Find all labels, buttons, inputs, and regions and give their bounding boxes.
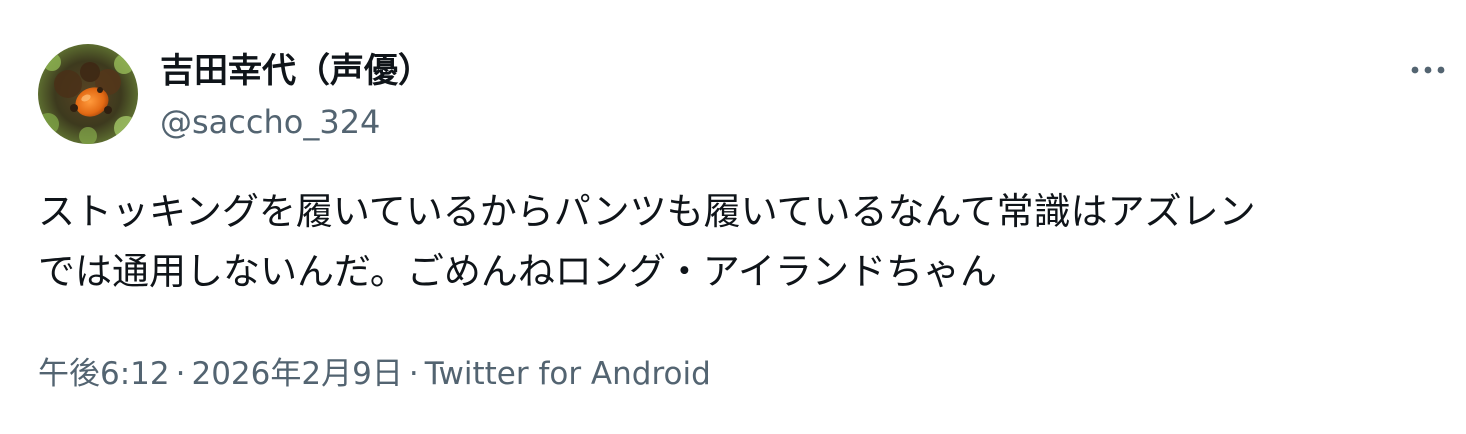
meta-separator: · [408,356,419,392]
tweet-timestamp-date[interactable]: 2026年2月9日 [191,356,402,392]
avatar-photo-icon [38,44,138,144]
tweet-text-line-1: ストッキングを履いているからパンツも履いているなんて常識はアズレン [38,190,1256,233]
more-horizontal-icon [1411,66,1445,74]
tweet-source[interactable]: Twitter for Android [425,356,711,392]
meta-separator: · [175,356,186,392]
tweet-meta: 午後6:12 · 2026年2月9日 · Twitter for Android [38,353,711,395]
author-handle[interactable]: @saccho_324 [160,101,380,143]
tweet-timestamp-time[interactable]: 午後6:12 [38,356,170,392]
more-options-button[interactable] [1406,52,1450,88]
tweet-text-line-2: では通用しないんだ。ごめんねロング・アイランドちゃん [38,250,998,293]
avatar[interactable] [38,44,138,144]
tweet-card: 吉田幸代（声優） @saccho_324 ストッキングを履いているからパンツも履… [0,0,1466,434]
tweet-text: ストッキングを履いているからパンツも履いているなんて常識はアズレン では通用しな… [38,182,1448,302]
author-display-name[interactable]: 吉田幸代（声優） [160,49,432,93]
